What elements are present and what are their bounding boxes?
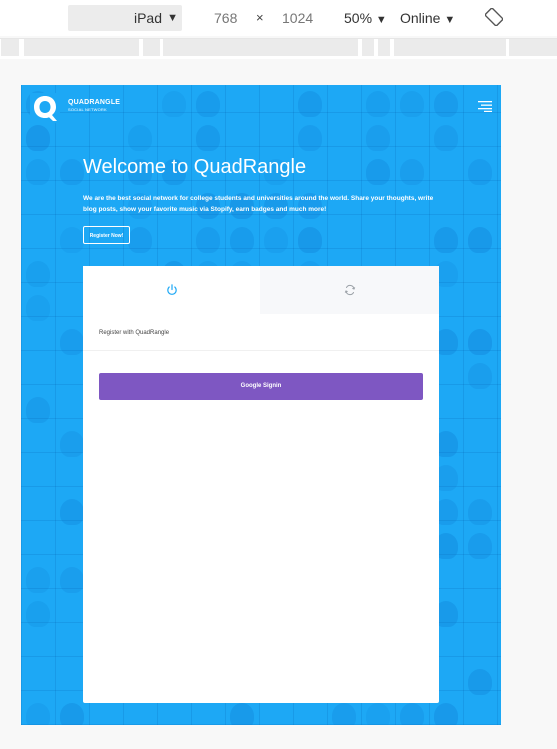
network-label: Online (400, 10, 441, 26)
background-face-tile (434, 125, 458, 151)
background-face-tile (60, 329, 84, 355)
quadrangle-logo-icon[interactable] (30, 93, 60, 123)
tab-register[interactable] (260, 266, 439, 314)
device-toolbar: iPad ▼ 768 × 1024 50% ▼ Online ▼ (0, 0, 557, 36)
background-face-tile (366, 91, 390, 117)
background-face-tile (400, 91, 424, 117)
background-face-tile (26, 397, 50, 423)
media-query-segment[interactable] (142, 39, 161, 56)
media-query-bar (0, 38, 557, 59)
background-face-tile (128, 125, 152, 151)
media-query-segment[interactable] (361, 39, 375, 56)
media-query-segment[interactable] (508, 39, 557, 56)
background-face-tile (468, 669, 492, 695)
network-throttle-select[interactable]: Online ▼ (400, 9, 455, 29)
power-icon (166, 284, 177, 295)
background-face-tile (264, 227, 288, 253)
brand-name: QUADRANGLE (68, 99, 121, 106)
menu-icon[interactable] (478, 100, 492, 112)
device-viewport: QUADRANGLE SOCIAL NETWORK Welcome to Qua… (21, 85, 501, 725)
media-query-segment[interactable] (393, 39, 507, 56)
device-label: iPad (133, 10, 162, 26)
background-face-tile (196, 91, 220, 117)
background-face-tile (468, 533, 492, 559)
background-face-tile (468, 499, 492, 525)
media-query-segment[interactable] (0, 39, 20, 56)
background-face-tile (366, 125, 390, 151)
tab-login[interactable] (83, 266, 260, 314)
brand-tagline: SOCIAL NETWORK (68, 107, 107, 112)
background-face-tile (196, 125, 220, 151)
chevron-down-icon: ▼ (167, 12, 178, 24)
background-face-tile (60, 703, 84, 725)
brand[interactable]: QUADRANGLE SOCIAL NETWORK (68, 99, 120, 113)
dimension-separator: × (256, 10, 264, 25)
height-input[interactable]: 1024 (282, 9, 313, 27)
background-face-tile (60, 431, 84, 457)
media-query-segment[interactable] (23, 39, 140, 56)
background-face-tile (26, 159, 50, 185)
auth-card: Register with QuadRangle Google Signin (83, 266, 439, 703)
media-query-segment[interactable] (377, 39, 391, 56)
background-face-tile (60, 499, 84, 525)
background-face-tile (468, 159, 492, 185)
device-select[interactable]: iPad ▼ (68, 5, 182, 31)
background-face-tile (162, 91, 186, 117)
hero-title: Welcome to QuadRangle (83, 156, 307, 178)
hero-description: We are the best social network for colle… (83, 195, 434, 213)
background-face-tile (26, 125, 50, 151)
background-face-tile (26, 601, 50, 627)
media-query-segment[interactable] (162, 39, 359, 56)
background-face-tile (26, 261, 50, 287)
background-face-tile (298, 91, 322, 117)
background-face-tile (434, 227, 458, 253)
background-face-tile (332, 703, 356, 725)
background-face-tile (26, 567, 50, 593)
background-face-tile (26, 295, 50, 321)
background-face-tile (60, 567, 84, 593)
background-face-tile (298, 227, 322, 253)
divider (83, 350, 439, 351)
background-face-tile (60, 227, 84, 253)
card-subtitle: Register with QuadRangle (99, 330, 170, 336)
background-face-tile (196, 227, 220, 253)
rotate-icon[interactable] (485, 8, 503, 26)
background-face-tile (468, 329, 492, 355)
background-face-tile (400, 159, 424, 185)
background-face-tile (434, 703, 458, 725)
zoom-select[interactable]: 50% ▼ (344, 9, 387, 29)
background-face-tile (128, 227, 152, 253)
background-face-tile (230, 703, 254, 725)
background-face-tile (26, 703, 50, 725)
chevron-down-icon: ▼ (375, 14, 387, 26)
background-face-tile (468, 227, 492, 253)
register-now-button[interactable]: Register Now! (83, 226, 130, 244)
chevron-down-icon: ▼ (444, 14, 456, 26)
background-face-tile (400, 703, 424, 725)
background-face-tile (230, 227, 254, 253)
background-face-tile (298, 125, 322, 151)
zoom-label: 50% (344, 10, 373, 26)
google-signin-button[interactable]: Google Signin (99, 373, 423, 400)
refresh-icon (344, 284, 355, 296)
background-face-tile (60, 159, 84, 185)
width-input[interactable]: 768 (214, 9, 237, 27)
background-face-tile (434, 91, 458, 117)
background-face-tile (468, 363, 492, 389)
background-face-tile (366, 703, 390, 725)
background-face-tile (366, 159, 390, 185)
